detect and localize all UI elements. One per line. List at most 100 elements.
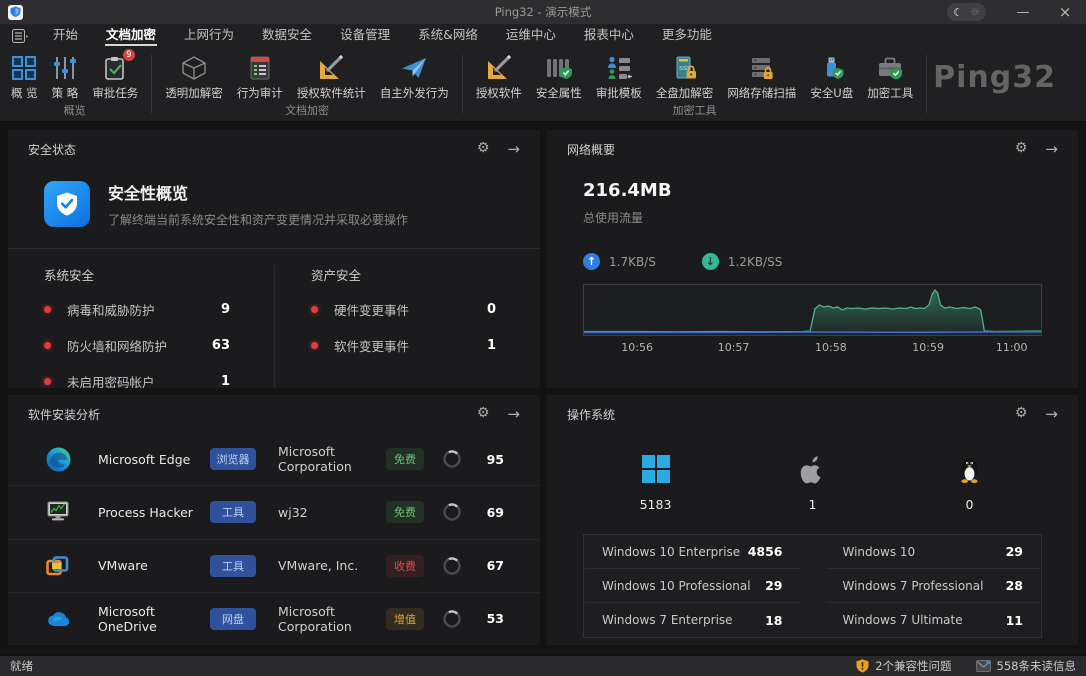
ribbon-item[interactable]: 透明加解密 bbox=[158, 52, 230, 102]
compatibility-issues-label: 2个兼容性问题 bbox=[875, 658, 951, 674]
arrow-right-icon[interactable]: → bbox=[1045, 405, 1058, 423]
ribbon-item-label: 审批任务 bbox=[92, 85, 138, 101]
os-name: Windows 10 Professional bbox=[602, 579, 751, 593]
software-row[interactable]: Process Hacker工具wj32免费69 bbox=[8, 486, 540, 539]
price-badge: 增值 bbox=[386, 608, 424, 630]
ribbon-item[interactable]: 自主外发行为 bbox=[373, 52, 456, 102]
arrow-right-icon[interactable]: → bbox=[1045, 140, 1058, 158]
ribbon-item[interactable]: 9审批任务 bbox=[85, 52, 145, 102]
tab-4[interactable]: 数据安全 bbox=[248, 24, 326, 47]
network-area-chart bbox=[583, 284, 1042, 336]
price-badge: 免费 bbox=[386, 501, 424, 523]
ribbon-item[interactable]: 安全U盘 bbox=[803, 52, 860, 102]
security-stat-row: 病毒和威胁防护9 bbox=[44, 300, 248, 319]
toolbox-shield-icon bbox=[876, 53, 904, 83]
ribbon-item[interactable]: 授权软件 bbox=[469, 52, 529, 102]
compatibility-issues[interactable]: 2个兼容性问题 bbox=[856, 658, 951, 674]
tab-1[interactable]: 开始 bbox=[39, 24, 92, 47]
window-controls: ☾ ☼ — × bbox=[947, 0, 1086, 24]
tab-5[interactable]: 设备管理 bbox=[326, 24, 404, 47]
os-table-row: Windows 7 Ultimate 11 bbox=[826, 603, 1041, 637]
ribbon-item-label: 安全属性 bbox=[536, 85, 582, 101]
progress-ring-icon bbox=[442, 556, 462, 576]
ribbon-item[interactable]: SSD全盘加解密 bbox=[649, 52, 721, 102]
brand-logo: Ping32 bbox=[933, 60, 1056, 95]
ribbon-item[interactable]: 策 略 bbox=[45, 52, 86, 102]
usb-shield-icon bbox=[819, 53, 845, 83]
ribbon-item[interactable]: 行为审计 bbox=[230, 52, 290, 102]
gear-icon[interactable]: ⚙ bbox=[477, 140, 490, 158]
os-count-value: 0 bbox=[966, 497, 974, 512]
software-row[interactable]: Microsoft Edge浏览器Microsoft Corporation免费… bbox=[8, 433, 540, 486]
ribbon-item[interactable]: 安全属性 bbox=[529, 52, 589, 102]
menu-burger-icon[interactable] bbox=[12, 29, 29, 43]
network-chart-x-axis: 10:5610:5710:5810:5911:00 bbox=[583, 341, 1042, 357]
minimize-button[interactable]: — bbox=[1002, 0, 1044, 24]
software-score: 95 bbox=[478, 452, 504, 467]
x-tick-label: 11:00 bbox=[996, 341, 1028, 354]
network-total-value: 216.4MB bbox=[583, 180, 1042, 201]
tab-9[interactable]: 更多功能 bbox=[648, 24, 726, 47]
ribbon-item[interactable]: 审批模板 bbox=[589, 52, 649, 102]
apple-logo-icon bbox=[800, 453, 825, 485]
tab-3[interactable]: 上网行为 bbox=[170, 24, 248, 47]
security-stat-value: 0 bbox=[487, 302, 496, 317]
os-count-value: 5183 bbox=[640, 497, 672, 512]
tab-6[interactable]: 系统&网络 bbox=[404, 24, 492, 47]
panel-os-header: 操作系统 ⚙ → bbox=[547, 395, 1078, 433]
security-shield-badge bbox=[44, 181, 90, 227]
ribbon-groups: 概 览策 略9审批任务概览透明加解密行为审计授权软件统计自主外发行为文档加密授权… bbox=[0, 47, 929, 121]
upload-arrow-icon: ↑ bbox=[583, 253, 600, 270]
ribbon-item[interactable]: 授权软件统计 bbox=[290, 52, 373, 102]
software-vendor: Microsoft Corporation bbox=[256, 444, 386, 474]
ribbon-item[interactable]: 概 览 bbox=[4, 52, 45, 102]
price-badge: 收费 bbox=[386, 555, 424, 577]
gear-icon[interactable]: ⚙ bbox=[1015, 405, 1028, 423]
tab-2[interactable]: 文档加密 bbox=[92, 24, 170, 47]
gear-icon[interactable]: ⚙ bbox=[1015, 140, 1028, 158]
security-stat-value: 1 bbox=[221, 374, 230, 388]
dark-mode-icon[interactable]: ☾ bbox=[951, 5, 965, 19]
ribbon-item-label: 安全U盘 bbox=[810, 85, 853, 101]
unread-messages[interactable]: 558条未读信息 bbox=[976, 658, 1076, 674]
light-mode-icon[interactable]: ☼ bbox=[968, 5, 982, 19]
server-lock-icon bbox=[748, 53, 776, 83]
statusbar: 就绪 2个兼容性问题 558条未读信息 bbox=[0, 655, 1086, 676]
category-badge: 浏览器 bbox=[210, 448, 256, 470]
ribbon-group-label: 文档加密 bbox=[154, 102, 460, 123]
status-dot-icon bbox=[311, 306, 318, 313]
download-arrow-icon: ↓ bbox=[702, 253, 719, 270]
audit-list-icon bbox=[248, 53, 272, 83]
ribbon-item[interactable]: 加密工具 bbox=[860, 52, 920, 102]
software-name: Microsoft Edge bbox=[98, 452, 210, 467]
x-tick-label: 10:57 bbox=[718, 341, 750, 354]
os-name: Windows 7 Ultimate bbox=[843, 613, 963, 627]
category-badge: 工具 bbox=[210, 501, 256, 523]
network-total-label: 总使用流量 bbox=[583, 209, 1042, 226]
ribbon-item[interactable]: 网络存储扫描 bbox=[720, 52, 803, 102]
security-section-2: 资产安全硬件变更事件0软件变更事件1 bbox=[274, 265, 540, 388]
ribbon: 概 览策 略9审批任务概览透明加解密行为审计授权软件统计自主外发行为文档加密授权… bbox=[0, 47, 1086, 122]
progress-ring-icon bbox=[442, 449, 462, 469]
os-count: 18 bbox=[765, 613, 782, 628]
arrow-right-icon[interactable]: → bbox=[507, 140, 520, 158]
gear-icon[interactable]: ⚙ bbox=[477, 405, 490, 423]
os-count-value: 1 bbox=[809, 497, 817, 512]
tab-8[interactable]: 报表中心 bbox=[570, 24, 648, 47]
security-stat-value: 1 bbox=[487, 338, 496, 353]
security-stat-label: 病毒和威胁防护 bbox=[67, 300, 221, 319]
software-row[interactable]: VMware工具VMware, Inc.收费67 bbox=[8, 540, 540, 593]
arrow-right-icon[interactable]: → bbox=[507, 405, 520, 423]
hamburger-icon bbox=[12, 29, 29, 43]
tab-7[interactable]: 运维中心 bbox=[492, 24, 570, 47]
theme-toggle[interactable]: ☾ ☼ bbox=[947, 3, 986, 21]
os-name: Windows 7 Enterprise bbox=[602, 613, 733, 627]
software-row[interactable]: Microsoft OneDrive网盘Microsoft Corporatio… bbox=[8, 593, 540, 645]
ribbon-group-label: 概览 bbox=[0, 102, 149, 123]
ribbon-separator bbox=[926, 55, 927, 113]
ribbon-separator bbox=[462, 55, 463, 113]
ribbon-separator bbox=[151, 55, 152, 113]
ribbon-group-3: 授权软件安全属性审批模板SSD全盘加解密网络存储扫描安全U盘加密工具加密工具 bbox=[465, 47, 924, 121]
os-count: 11 bbox=[1006, 613, 1023, 628]
close-button[interactable]: × bbox=[1044, 0, 1086, 24]
